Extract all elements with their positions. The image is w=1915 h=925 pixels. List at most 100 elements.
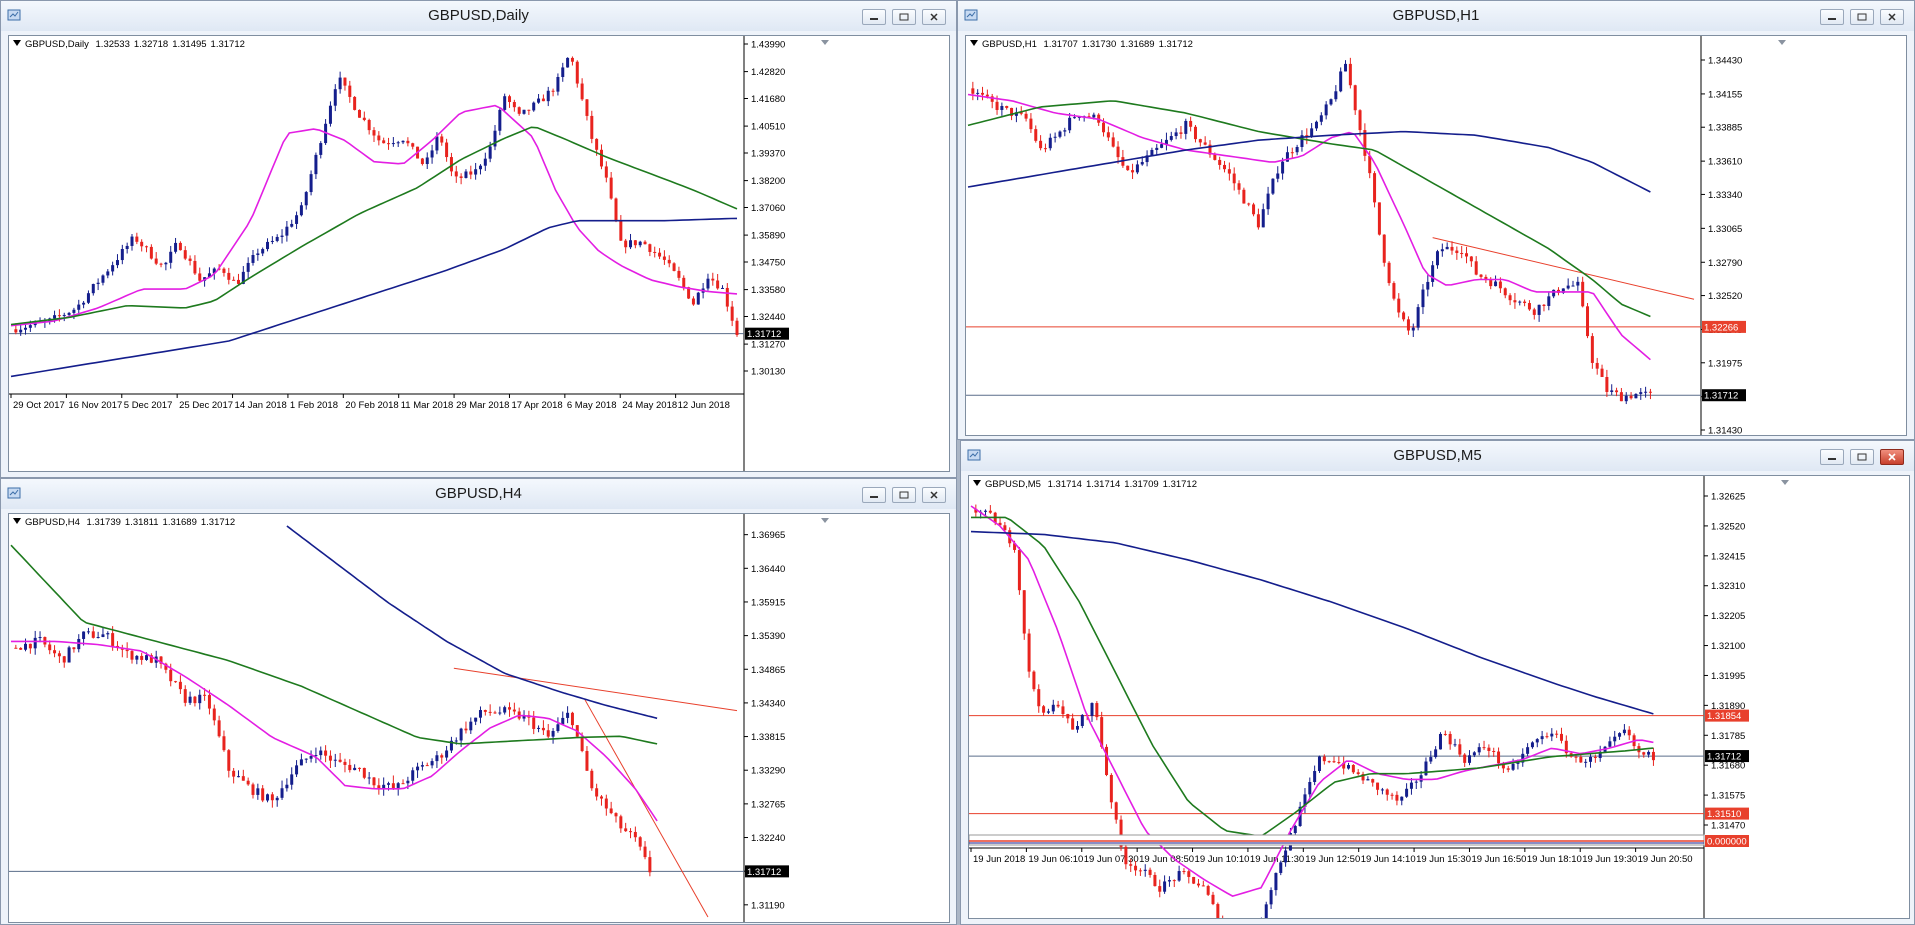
candle-body — [174, 242, 178, 252]
candle-body — [1140, 162, 1144, 165]
window-titlebar[interactable]: GBPUSD,H1 — [958, 1, 1914, 31]
high-value: 1.31811 — [124, 517, 159, 528]
y-tick-label: 1.41680 — [751, 94, 785, 105]
chart-window-h4[interactable]: GBPUSD,H4 1.36965 1.36440 1.35915 1.35390 1.… — [0, 478, 957, 925]
candle-body — [1547, 296, 1551, 306]
candle-body — [522, 109, 526, 114]
candle-body — [1400, 796, 1404, 801]
candle-body — [474, 169, 478, 175]
candle-body — [19, 647, 23, 650]
candle-body — [1126, 165, 1130, 171]
y-tick-label: 1.31975 — [1708, 358, 1742, 369]
chart-plot-area[interactable]: 1.43990 1.42820 1.41680 1.40510 1.39370 1.382… — [8, 35, 950, 472]
dropdown-triangle-icon — [970, 40, 978, 46]
candle-body — [1513, 300, 1517, 303]
chart-plot-area[interactable]: 1.36965 1.36440 1.35915 1.35390 1.34865 1.343… — [8, 513, 950, 923]
candle-body — [1271, 178, 1275, 194]
candle-body — [188, 696, 192, 703]
candle-body — [537, 727, 541, 729]
y-tick-label: 1.35915 — [751, 597, 785, 608]
candle-body — [1111, 137, 1115, 147]
candle-body — [1080, 714, 1084, 726]
minimize-button[interactable] — [862, 487, 886, 503]
chart-plot-area[interactable]: 1.34430 1.34155 1.33885 1.33610 1.33340 1.330… — [965, 35, 1907, 436]
candle-body — [624, 240, 628, 248]
dropdown-triangle-icon — [13, 518, 21, 524]
candle-body — [1027, 633, 1031, 672]
candle-body — [135, 655, 139, 660]
candle-body — [1274, 872, 1278, 891]
candle-body — [396, 142, 400, 144]
candle-body — [120, 249, 124, 261]
candle-body — [1431, 265, 1435, 282]
candle-body — [1613, 736, 1617, 742]
candle-body — [24, 643, 28, 650]
y-tick-label: 1.31470 — [1711, 821, 1745, 832]
candle-body — [169, 669, 173, 682]
candle-body — [735, 320, 739, 335]
candle-body — [328, 755, 332, 761]
close-button[interactable] — [922, 487, 946, 503]
candle-body — [658, 252, 662, 257]
y-tick-label: 1.36440 — [751, 564, 785, 575]
candle-body — [1005, 105, 1009, 108]
candle-body — [295, 765, 299, 775]
candle-body — [493, 712, 497, 714]
close-button[interactable] — [1880, 9, 1904, 25]
candle-body — [478, 165, 482, 170]
symbol-label: GBPUSD,H4 — [25, 517, 80, 528]
price-label: 1.31712 — [747, 867, 781, 878]
minimize-button[interactable] — [1820, 9, 1844, 25]
restore-button[interactable] — [892, 9, 916, 25]
candle-body — [57, 653, 61, 657]
candle-body — [1581, 281, 1585, 307]
candle-body — [1247, 203, 1251, 205]
x-tick-label: 19 Jun 14:10 — [1361, 854, 1416, 865]
candle-body — [270, 240, 274, 242]
open-value: 1.31714 — [1047, 479, 1082, 490]
candle-body — [624, 828, 628, 832]
candle-body — [1022, 590, 1026, 634]
chart-plot-area[interactable]: 1.32625 1.32520 1.32415 1.32310 1.32205 1.321… — [968, 475, 1910, 919]
chart-window-h1[interactable]: GBPUSD,H1 1.34430 1.34155 1.33885 1.33610 1.… — [957, 0, 1915, 440]
trendline — [453, 667, 738, 712]
candle-body — [633, 240, 637, 246]
minimize-button[interactable] — [1820, 449, 1844, 465]
candle-body — [1058, 131, 1062, 137]
candle-body — [1106, 132, 1110, 138]
restore-button[interactable] — [892, 487, 916, 503]
y-tick-label: 1.32790 — [1708, 258, 1742, 269]
window-titlebar[interactable]: GBPUSD,M5 — [961, 441, 1914, 471]
window-titlebar[interactable]: GBPUSD,Daily — [1, 1, 956, 31]
candle-body — [1395, 794, 1399, 801]
low-value: 1.31495 — [172, 39, 207, 50]
candle-body — [478, 710, 482, 718]
candle-body — [1332, 761, 1336, 763]
moving-average-line — [10, 544, 658, 745]
candle-body — [357, 109, 361, 118]
close-icon — [1888, 453, 1896, 461]
minimize-button[interactable] — [862, 9, 886, 25]
candle-body — [1559, 733, 1563, 741]
candle-body — [537, 98, 541, 103]
candle-body — [280, 235, 284, 237]
high-value: 1.32718 — [133, 39, 169, 50]
close-button[interactable] — [1880, 449, 1904, 465]
dropdown-triangle-icon — [973, 480, 981, 486]
restore-button[interactable] — [1850, 9, 1874, 25]
candle-body — [1071, 718, 1075, 730]
candle-body — [995, 101, 999, 110]
candle-body — [566, 712, 570, 718]
close-button[interactable] — [922, 9, 946, 25]
candle-body — [1555, 733, 1559, 735]
minimize-icon — [870, 18, 878, 20]
candle-body — [430, 150, 434, 158]
restore-button[interactable] — [1850, 449, 1874, 465]
moving-average-line — [286, 525, 658, 720]
chart-window-m5[interactable]: GBPUSD,M5 1.32625 1.32520 1.32415 1.32310 1.… — [960, 440, 1915, 925]
candle-body — [551, 730, 555, 737]
y-tick-label: 1.40510 — [751, 122, 785, 133]
chart-window-daily[interactable]: GBPUSD,Daily 1.43990 1.42820 1.41680 1.4051… — [0, 0, 957, 478]
candle-body — [1192, 876, 1196, 884]
window-titlebar[interactable]: GBPUSD,H4 — [1, 479, 956, 509]
